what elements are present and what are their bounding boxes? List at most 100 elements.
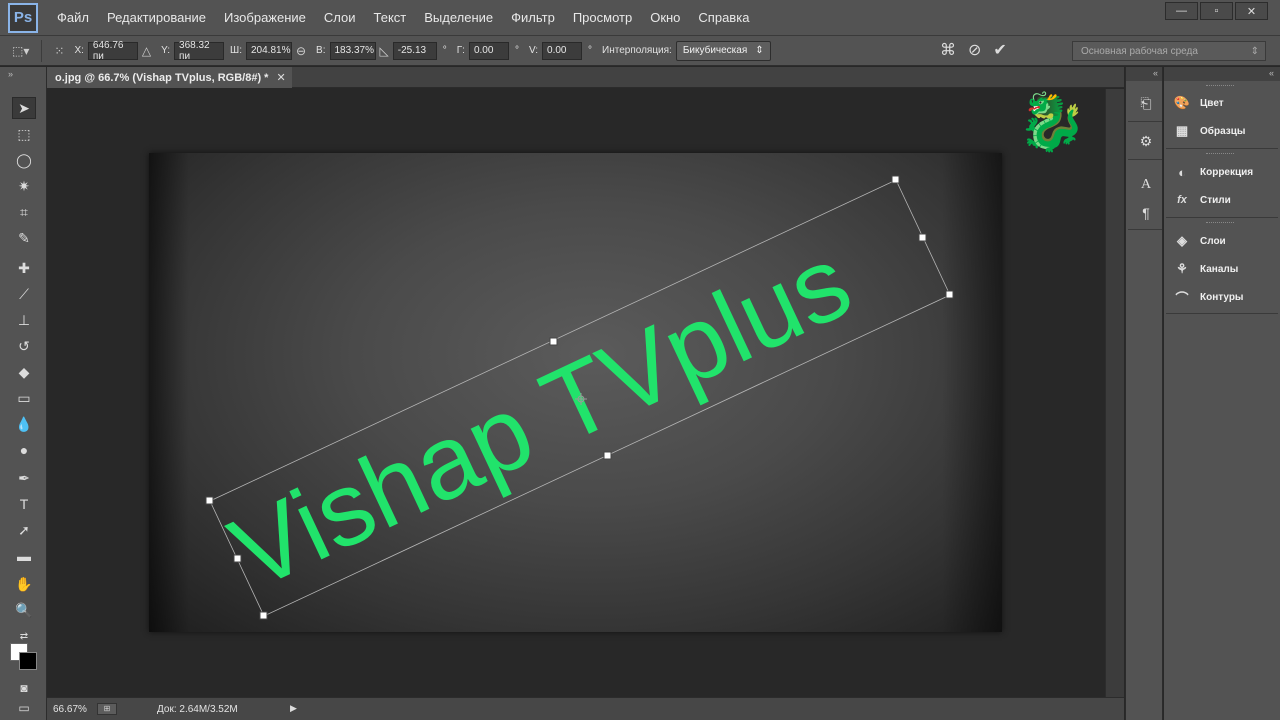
clone-stamp-icon[interactable]: ⊥ <box>12 309 36 331</box>
menu-view[interactable]: Просмотр <box>564 0 641 36</box>
quick-mask-icon[interactable]: ◙ <box>12 677 36 699</box>
panel-grip[interactable] <box>1206 153 1234 156</box>
angle-field[interactable]: -25.13 <box>392 41 437 60</box>
interpolation-label: Интерполяция: <box>602 45 672 56</box>
panel-color[interactable]: 🎨 Цвет <box>1172 92 1276 114</box>
status-menu-arrow-icon[interactable]: ▶ <box>290 703 297 714</box>
lasso-tool-icon[interactable]: ◯ <box>12 149 36 171</box>
history-brush-icon[interactable]: ↺ <box>12 335 36 357</box>
delta-icon[interactable]: △ <box>142 44 151 58</box>
path-selection-icon[interactable]: ➚ <box>12 519 36 541</box>
transform-overlay[interactable]: Vishap TVplus <box>47 89 1105 697</box>
close-window-button[interactable]: ✕ <box>1235 2 1268 20</box>
divider <box>1166 313 1278 314</box>
y-position-field[interactable]: 368.32 пи <box>174 40 225 62</box>
pen-tool-icon[interactable]: ✒ <box>12 467 36 489</box>
type-tool-icon[interactable]: T <box>12 493 36 515</box>
transform-tool-icon[interactable]: ⬚▾ <box>12 44 29 58</box>
history-panel-icon[interactable]: ⎗ <box>1135 93 1157 113</box>
restore-button[interactable]: ▫ <box>1200 2 1233 20</box>
blur-tool-icon[interactable]: 💧 <box>12 413 36 435</box>
height-field[interactable]: 183.37% <box>329 41 376 60</box>
adjustments-icon: ◐ <box>1178 164 1186 180</box>
properties-panel-icon[interactable]: ⚙ <box>1135 131 1157 151</box>
close-tab-icon[interactable]: ✕ <box>276 71 285 84</box>
transform-handle[interactable] <box>945 290 954 299</box>
panel-styles[interactable]: fx Стили <box>1172 189 1276 211</box>
marquee-tool-icon[interactable]: ⬚ <box>12 123 36 145</box>
width-field[interactable]: 204.81% <box>245 41 292 60</box>
zoom-level[interactable]: 66.67% <box>47 704 97 715</box>
menu-file[interactable]: Файл <box>48 0 98 36</box>
healing-brush-icon[interactable]: ✚ <box>12 257 36 279</box>
dodge-tool-icon[interactable]: ● <box>12 439 36 461</box>
vskew-field[interactable]: 0.00 <box>542 41 583 60</box>
canvas-area[interactable]: 🐉 Vishap TVplus <box>47 89 1105 697</box>
panel-label: Каналы <box>1200 263 1239 275</box>
panel-grip[interactable] <box>1206 85 1234 88</box>
y-label: Y: <box>161 45 171 56</box>
screen-mode-icon[interactable]: ▭ <box>12 697 36 719</box>
panel-label: Цвет <box>1200 97 1224 109</box>
layers-icon: ◈ <box>1177 233 1187 248</box>
hskew-field[interactable]: 0.00 <box>468 41 509 60</box>
link-icon[interactable]: ⊖ <box>296 44 306 58</box>
workspace-select[interactable]: Основная рабочая среда ⇕ <box>1072 41 1266 61</box>
menu-bar: Ps Файл Редактирование Изображение Слои … <box>0 0 1280 36</box>
vertical-scrollbar[interactable] <box>1105 89 1124 697</box>
transform-handle[interactable] <box>549 337 558 346</box>
paragraph-panel-icon[interactable]: ¶ <box>1135 203 1157 223</box>
collapse-arrows-icon[interactable]: « <box>1164 67 1280 81</box>
panel-swatches[interactable]: ▦ Образцы <box>1172 120 1276 142</box>
transform-handle[interactable] <box>259 611 268 620</box>
menu-help[interactable]: Справка <box>689 0 758 36</box>
crop-tool-icon[interactable]: ⌗ <box>12 201 36 223</box>
divider <box>1128 159 1162 160</box>
reference-point-icon[interactable]: ⁙ <box>54 44 64 58</box>
width-label: Ш: <box>230 45 242 56</box>
panel-layers[interactable]: ◈ Слои <box>1172 230 1276 252</box>
document-tab[interactable]: o.jpg @ 66.7% (Vishap TVplus, RGB/8#) * … <box>47 67 292 88</box>
x-position-field[interactable]: 646.76 пи <box>87 40 138 62</box>
minimize-button[interactable]: — <box>1165 2 1198 20</box>
magic-wand-icon[interactable]: ✷ <box>12 175 36 197</box>
status-bar: 66.67% ⊞ Док: 2.64M/3.52M ▶ <box>47 697 1124 720</box>
panel-paths[interactable]: ⌒ Контуры <box>1172 286 1276 308</box>
menu-window[interactable]: Окно <box>641 0 689 36</box>
canvas-text-layer[interactable]: Vishap TVplus <box>215 224 868 612</box>
hand-tool-icon[interactable]: ✋ <box>12 573 36 595</box>
zoom-preset-icon[interactable]: ⊞ <box>97 703 117 715</box>
menu-type[interactable]: Текст <box>365 0 416 36</box>
eyedropper-icon[interactable]: ✎ <box>12 227 36 249</box>
panel-channels[interactable]: ⚘ Каналы <box>1172 258 1276 280</box>
menu-image[interactable]: Изображение <box>215 0 315 36</box>
collapse-arrows-icon[interactable]: » <box>0 67 46 81</box>
menu-filter[interactable]: Фильтр <box>502 0 564 36</box>
transform-handle[interactable] <box>205 496 214 505</box>
background-color-swatch[interactable] <box>19 652 37 670</box>
menu-edit[interactable]: Редактирование <box>98 0 215 36</box>
gradient-tool-icon[interactable]: ▭ <box>12 387 36 409</box>
swatches-icon: ▦ <box>1175 123 1189 138</box>
transform-handle[interactable] <box>603 451 612 460</box>
commit-transform-icon[interactable]: ✔ <box>993 40 1006 60</box>
menu-select[interactable]: Выделение <box>415 0 502 36</box>
channels-icon: ⚘ <box>1176 261 1188 276</box>
vskew-label: V: <box>528 45 539 56</box>
zoom-tool-icon[interactable]: 🔍 <box>12 599 36 621</box>
brush-tool-icon[interactable]: ⟋ <box>12 283 36 305</box>
warp-mode-icon[interactable]: ⌘ <box>940 40 956 60</box>
panel-dock-icons: « ⎗ ⚙ A ¶ <box>1125 67 1163 720</box>
rectangle-tool-icon[interactable]: ▬ <box>12 545 36 567</box>
eraser-icon[interactable]: ◆ <box>12 361 36 383</box>
panel-adjustments[interactable]: ◐ Коррекция <box>1172 161 1276 183</box>
interpolation-select[interactable]: Бикубическая ⇕ <box>675 40 771 61</box>
cancel-transform-icon[interactable]: ⊘ <box>968 40 981 60</box>
move-tool-icon[interactable]: ➤ <box>12 97 36 119</box>
menu-layers[interactable]: Слои <box>315 0 365 36</box>
collapse-arrows-icon[interactable]: « <box>1126 67 1162 81</box>
transform-handle[interactable] <box>891 175 900 184</box>
character-panel-icon[interactable]: A <box>1135 175 1157 195</box>
panel-grip[interactable] <box>1206 222 1234 225</box>
transform-handle[interactable] <box>918 233 927 242</box>
